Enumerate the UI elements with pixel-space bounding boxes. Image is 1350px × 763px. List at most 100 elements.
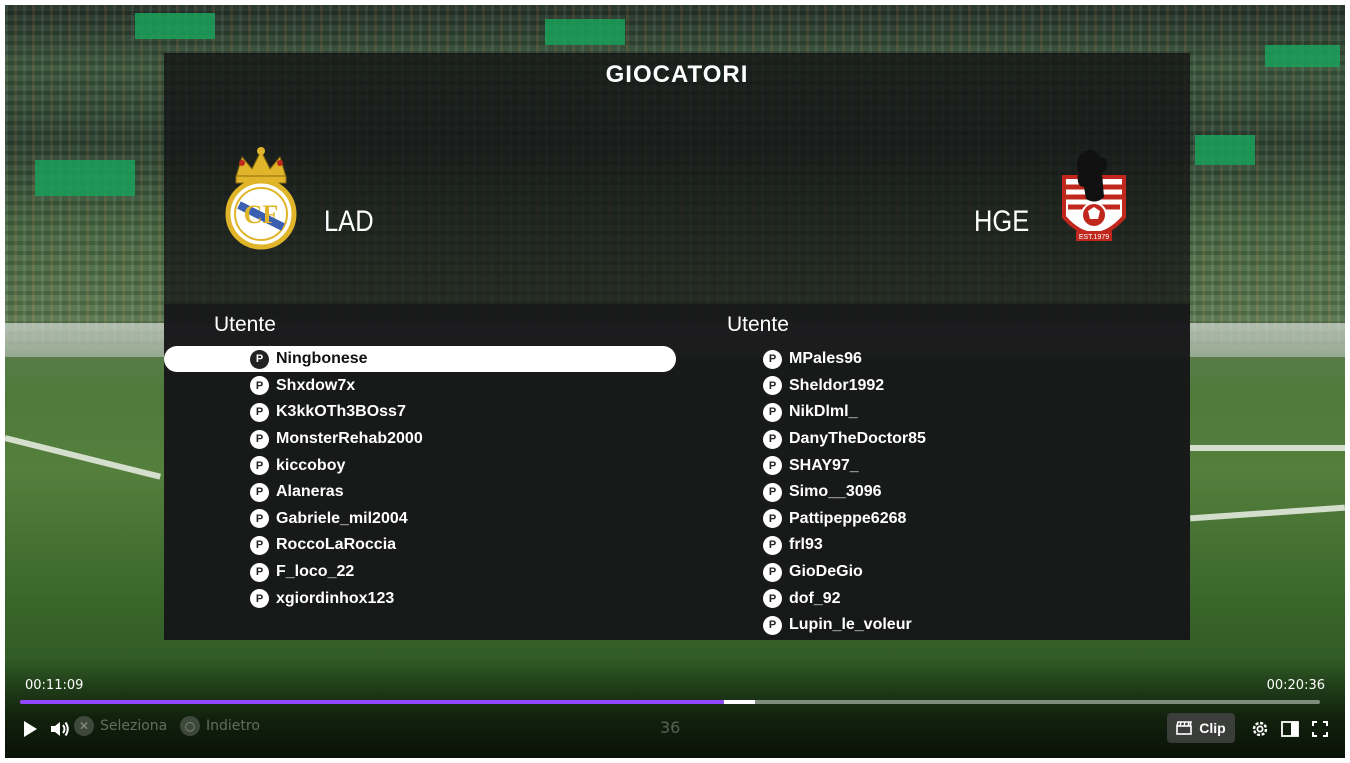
player-row[interactable]: Pdof_92 xyxy=(763,585,926,612)
playstation-icon: P xyxy=(763,535,782,555)
playstation-icon: P xyxy=(763,429,782,449)
player-row[interactable]: Pfrl93 xyxy=(763,532,926,559)
home-player-list: P Ningbonese P Shxdow7x P K3kkOTh3BOss7 P Monst… xyxy=(164,346,676,612)
settings-button[interactable] xyxy=(1248,717,1272,741)
fullscreen-button[interactable] xyxy=(1308,717,1332,741)
cross-button-icon: ✕ xyxy=(74,716,94,736)
player-name: Pattipeppe6268 xyxy=(789,509,907,527)
player-row[interactable]: P F_loco_22 xyxy=(250,559,423,586)
player-row[interactable]: P RoccoLaRoccia xyxy=(250,532,423,559)
playstation-icon: P xyxy=(763,615,782,635)
home-column-header: Utente xyxy=(214,313,276,336)
player-name: K3kkOTh3BOss7 xyxy=(276,403,406,421)
playstation-icon: P xyxy=(250,456,269,476)
gear-icon xyxy=(1252,721,1268,737)
stadium-banner xyxy=(545,19,625,45)
player-name: MPales96 xyxy=(789,350,862,368)
seek-bar-progress xyxy=(20,700,724,704)
overlay-title: GIOCATORI xyxy=(605,61,749,88)
player-row[interactable]: P Gabriele_mil2004 xyxy=(250,506,423,533)
playstation-icon: P xyxy=(250,509,269,529)
back-hint: ○ Indietro xyxy=(180,716,260,736)
player-name: SHAY97_ xyxy=(789,456,859,474)
player-row[interactable]: P K3kkOTh3BOss7 xyxy=(250,399,423,426)
player-row[interactable]: P Lupin_le_voleur xyxy=(763,612,926,639)
player-row[interactable]: P Shxdow7x xyxy=(250,373,423,400)
total-time: 00:20:36 xyxy=(1266,678,1325,693)
volume-icon xyxy=(51,721,69,737)
player-row[interactable]: P MPales96 xyxy=(763,346,926,373)
current-time: 00:11:09 xyxy=(25,678,84,693)
circle-button-icon: ○ xyxy=(180,716,200,736)
playstation-icon: P xyxy=(250,589,269,609)
player-row[interactable]: P NikDlml_ xyxy=(763,399,926,426)
fullscreen-icon xyxy=(1312,721,1328,737)
player-row[interactable]: P Simo__3096 xyxy=(763,479,926,506)
select-hint-label: Seleziona xyxy=(100,718,168,734)
theatre-mode-button[interactable] xyxy=(1278,717,1302,741)
player-name: GioDeGio xyxy=(789,563,863,581)
bear-crest-icon: EST.1979 xyxy=(1056,147,1132,255)
player-row[interactable]: P Pattipeppe6268 xyxy=(763,506,926,533)
video-controls-bar xyxy=(5,658,1345,758)
player-name: Ningbonese xyxy=(276,350,368,368)
svg-text:CF: CF xyxy=(244,200,279,229)
player-row[interactable]: Pkiccoboy xyxy=(250,452,423,479)
real-madrid-crest-icon: CF xyxy=(222,143,300,255)
player-row[interactable]: P DanyTheDoctor85 xyxy=(763,426,926,453)
player-name: NikDlml_ xyxy=(789,403,858,421)
player-row[interactable]: P Alaneras xyxy=(250,479,423,506)
player-name: Lupin_le_voleur xyxy=(789,616,912,634)
playstation-icon: P xyxy=(763,376,782,396)
away-team-name: HGE xyxy=(974,205,1030,238)
player-name: dof_92 xyxy=(789,589,841,607)
clapperboard-icon xyxy=(1176,721,1193,735)
players-overlay: GIOCATORI CF LAD HGE EST.1979 Utente Ute… xyxy=(164,53,1190,640)
seek-bar-buffer xyxy=(723,700,756,704)
player-name: xgiordinhox123 xyxy=(276,589,395,607)
player-name: Alaneras xyxy=(276,483,344,501)
seek-bar[interactable] xyxy=(20,700,1320,704)
clip-button[interactable]: Clip xyxy=(1167,713,1235,743)
player-row[interactable]: P Sheldor1992 xyxy=(763,373,926,400)
playstation-icon: P xyxy=(763,482,782,502)
player-row[interactable]: P MonsterRehab2000 xyxy=(250,426,423,453)
volume-button[interactable] xyxy=(48,717,72,741)
player-name: DanyTheDoctor85 xyxy=(789,430,926,448)
select-hint: ✕ Seleziona xyxy=(74,716,167,736)
player-name: Simo__3096 xyxy=(789,483,882,501)
play-button[interactable] xyxy=(18,717,42,741)
player-row[interactable]: Pxgiordinhox123 xyxy=(250,585,423,612)
playstation-icon: P xyxy=(250,429,269,449)
playstation-icon: P xyxy=(763,562,782,582)
player-name: F_loco_22 xyxy=(276,563,355,581)
video-frame[interactable]: GIOCATORI CF LAD HGE EST.1979 Utente Ute… xyxy=(5,5,1345,758)
away-player-list: P MPales96 P Sheldor1992 P NikDlml_ P DanyTheDo… xyxy=(763,346,926,639)
playstation-icon: P xyxy=(763,456,782,476)
playstation-icon: P xyxy=(250,482,269,502)
player-row[interactable]: P GioDeGio xyxy=(763,559,926,586)
playstation-icon: P xyxy=(763,402,782,422)
playstation-icon: P xyxy=(250,402,269,422)
stadium-banner xyxy=(35,160,135,196)
player-row[interactable]: P Ningbonese xyxy=(164,346,676,373)
playstation-icon: P xyxy=(250,349,269,369)
pitch-line xyxy=(1189,504,1345,522)
play-icon xyxy=(24,721,37,737)
playstation-icon: P xyxy=(250,562,269,582)
home-team-name: LAD xyxy=(324,205,374,238)
stadium-banner xyxy=(1265,45,1340,67)
clip-label: Clip xyxy=(1199,720,1226,736)
playstation-icon: P xyxy=(763,349,782,369)
svg-text:EST.1979: EST.1979 xyxy=(1079,234,1109,241)
stadium-banner xyxy=(135,13,215,39)
stadium-banner xyxy=(1195,135,1255,165)
player-name: Gabriele_mil2004 xyxy=(276,509,408,527)
player-row[interactable]: P SHAY97_ xyxy=(763,452,926,479)
player-name: Shxdow7x xyxy=(276,376,356,394)
player-name: MonsterRehab2000 xyxy=(276,430,423,448)
playstation-icon: P xyxy=(763,589,782,609)
back-hint-label: Indietro xyxy=(206,718,260,734)
playstation-icon: P xyxy=(250,535,269,555)
player-name: kiccoboy xyxy=(276,456,346,474)
